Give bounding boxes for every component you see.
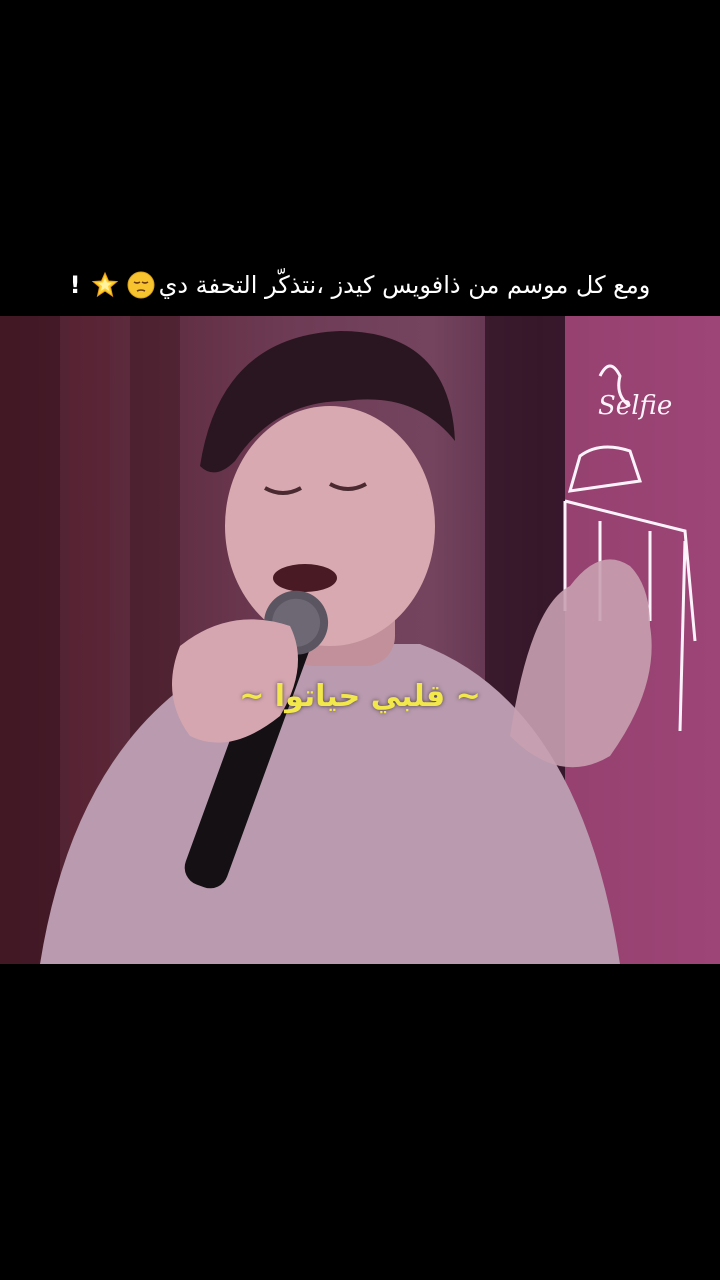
lyric-overlay: ~ قلبي حياتوا ~ xyxy=(239,679,481,714)
scene-illustration: Selfie xyxy=(0,316,720,964)
caption-text: ومع كل موسم من ذافويس كيدز ،نتذكّر التحف… xyxy=(158,271,651,299)
neon-sign-text: Selfie xyxy=(598,391,672,421)
caption-exclamation: ! xyxy=(69,271,81,299)
curtain-fold xyxy=(0,316,60,964)
pensive-face-emoji-icon xyxy=(127,271,155,299)
person-mouth xyxy=(273,564,337,592)
video-scene: Selfie xyxy=(0,316,720,964)
caption-bar: ومع كل موسم من ذافويس كيدز ،نتذكّر التحف… xyxy=(0,262,720,308)
glowing-star-emoji-icon xyxy=(91,271,118,298)
person-face xyxy=(225,406,435,646)
